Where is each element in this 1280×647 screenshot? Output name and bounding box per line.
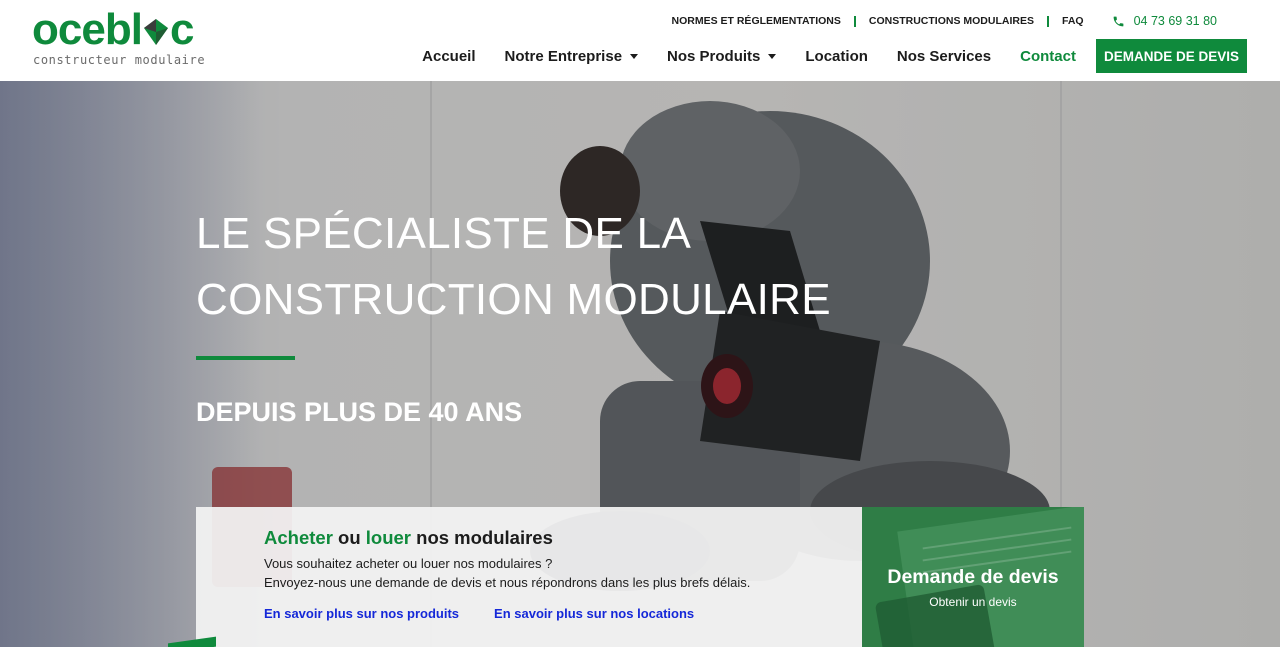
nav-item-nos-services[interactable]: Nos Services — [897, 48, 991, 65]
hero-section: LE SPÉCIALISTE DE LA CONSTRUCTION MODULA… — [0, 81, 1280, 647]
topbar-separator — [853, 15, 856, 27]
hero-title-line-1: LE SPÉCIALISTE DE LA — [196, 209, 692, 258]
phone-number: 04 73 69 31 80 — [1133, 14, 1217, 28]
caret-down-icon — [630, 53, 639, 59]
site-header: ocebl c constructeur modulaire NORMES ET … — [0, 0, 1280, 81]
nav-item-notre-entreprise[interactable]: Notre Entreprise — [505, 48, 639, 65]
logo-tagline: constructeur modulaire — [33, 53, 206, 67]
calculator-image — [874, 583, 996, 647]
buy-rent-description: Vous souhaitez acheter ou louer nos modu… — [264, 556, 751, 590]
hero-subtitle: DEPUIS PLUS DE 40 ANS — [196, 397, 523, 427]
buy-rent-links: En savoir plus sur nos produits En savoi… — [264, 606, 694, 621]
demande-de-devis-button[interactable]: DEMANDE DE DEVIS — [1095, 39, 1247, 73]
hero-title: LE SPÉCIALISTE DE LA CONSTRUCTION MODULA… — [196, 201, 831, 333]
logo-wordmark: ocebl c — [32, 5, 194, 54]
hero-divider — [196, 356, 295, 360]
top-bar: NORMES ET RÉGLEMENTATIONS CONSTRUCTIONS … — [672, 14, 1217, 28]
topbar-phone[interactable]: 04 73 69 31 80 — [1112, 14, 1217, 28]
logo-diamond-icon — [143, 19, 168, 45]
nav-item-location[interactable]: Location — [805, 48, 868, 65]
topbar-link-faq[interactable]: FAQ — [1062, 15, 1084, 27]
hero-title-line-2: CONSTRUCTION MODULAIRE — [196, 275, 831, 324]
buy-rent-title: Acheter ou louer nos modulaires — [264, 527, 553, 548]
topbar-link-constructions[interactable]: CONSTRUCTIONS MODULAIRES — [869, 15, 1034, 27]
demande-de-devis-card[interactable]: Demande de devis Obtenir un devis — [862, 507, 1084, 647]
topbar-separator — [1046, 15, 1049, 27]
main-nav: Accueil Notre Entreprise Nos Produits Lo… — [393, 39, 1247, 73]
link-locations[interactable]: En savoir plus sur nos locations — [494, 606, 694, 621]
nav-item-contact[interactable]: Contact — [1020, 48, 1076, 65]
cta-title: Demande de devis — [887, 566, 1059, 588]
buy-rent-box: Acheter ou louer nos modulaires Vous sou… — [196, 507, 862, 647]
caret-down-icon — [768, 53, 777, 59]
phone-icon — [1113, 16, 1123, 26]
nav-item-accueil[interactable]: Accueil — [422, 48, 475, 65]
logo[interactable]: ocebl c constructeur modulaire — [32, 8, 222, 70]
nav-item-nos-produits[interactable]: Nos Produits — [667, 48, 777, 65]
topbar-link-normes[interactable]: NORMES ET RÉGLEMENTATIONS — [672, 15, 841, 27]
cta-subtitle: Obtenir un devis — [929, 595, 1017, 609]
link-produits[interactable]: En savoir plus sur nos produits — [264, 606, 459, 621]
